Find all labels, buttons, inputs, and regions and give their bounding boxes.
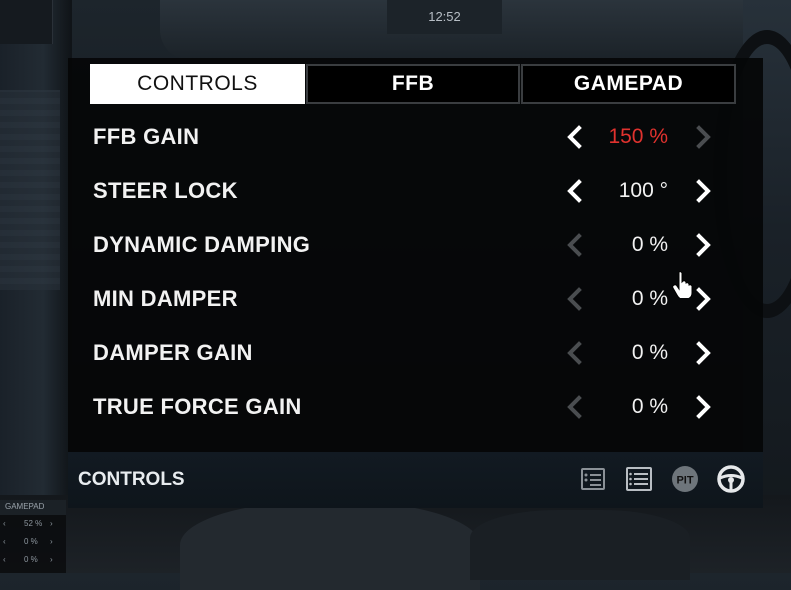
mini-row: ‹ 52 % › — [0, 515, 66, 533]
mini-right-arrow-icon[interactable]: › — [50, 515, 53, 533]
decrease-arrow-icon[interactable] — [562, 124, 588, 150]
setting-value: 0 % — [631, 395, 668, 418]
increase-arrow-icon[interactable] — [690, 124, 716, 150]
setting-label: STEER LOCK — [93, 178, 238, 203]
hand-cursor-icon — [672, 270, 694, 300]
mini-value: 0 % — [24, 537, 38, 546]
tab-controls[interactable]: CONTROLS — [90, 64, 305, 104]
setting-label: FFB GAIN — [93, 124, 200, 149]
clock-display: 12:52 — [387, 0, 502, 34]
setting-label: MIN DAMPER — [93, 286, 238, 311]
controls-settings-panel: CONTROLS FFB GAMEPAD FFB GAIN 150 % STEER … — [68, 58, 763, 508]
mini-right-arrow-icon[interactable]: › — [50, 551, 53, 569]
setting-row-steer-lock: STEER LOCK 100 ° — [68, 164, 763, 218]
setting-label: DAMPER GAIN — [93, 340, 253, 365]
tab-gamepad[interactable]: GAMEPAD — [521, 64, 736, 104]
setting-value: 0 % — [631, 233, 668, 256]
background-mirror — [0, 0, 53, 44]
increase-arrow-icon[interactable] — [690, 178, 716, 204]
decrease-arrow-icon[interactable] — [562, 340, 588, 366]
setting-row-min-damper: MIN DAMPER 0 % — [68, 272, 763, 326]
mini-left-arrow-icon[interactable]: ‹ — [3, 515, 6, 533]
increase-arrow-icon[interactable] — [690, 394, 716, 420]
background-console — [470, 510, 690, 580]
setting-label: TRUE FORCE GAIN — [93, 394, 302, 419]
setting-row-damper-gain: DAMPER GAIN 0 % — [68, 326, 763, 380]
mini-right-arrow-icon[interactable]: › — [50, 533, 53, 551]
setup-list-icon[interactable] — [578, 464, 608, 494]
decrease-arrow-icon[interactable] — [562, 232, 588, 258]
footer-title: CONTROLS — [78, 469, 185, 490]
setting-row-dynamic-damping: DYNAMIC DAMPING 0 % — [68, 218, 763, 272]
setting-value: 0 % — [631, 341, 668, 364]
list-icon[interactable] — [624, 464, 654, 494]
mini-widget-title: GAMEPAD — [0, 500, 66, 515]
tab-bar: CONTROLS FFB GAMEPAD — [90, 64, 736, 104]
mini-left-arrow-icon[interactable]: ‹ — [3, 551, 6, 569]
increase-arrow-icon[interactable] — [690, 232, 716, 258]
setting-value: 100 ° — [618, 179, 668, 202]
decrease-arrow-icon[interactable] — [562, 178, 588, 204]
background-seat — [180, 500, 480, 590]
setting-row-true-force-gain: TRUE FORCE GAIN 0 % — [68, 380, 763, 434]
decrease-arrow-icon[interactable] — [562, 286, 588, 312]
decrease-arrow-icon[interactable] — [562, 394, 588, 420]
pit-icon[interactable]: PIT — [670, 464, 700, 494]
mini-left-arrow-icon[interactable]: ‹ — [3, 533, 6, 551]
mini-row: ‹ 0 % › — [0, 533, 66, 551]
setting-value: 150 % — [608, 125, 668, 148]
setting-label: DYNAMIC DAMPING — [93, 232, 311, 257]
mini-value: 52 % — [24, 519, 43, 528]
steering-wheel-icon[interactable] — [716, 464, 746, 494]
tab-ffb[interactable]: FFB — [306, 64, 520, 104]
pit-icon-label: PIT — [676, 475, 693, 487]
mini-value: 0 % — [24, 555, 38, 564]
footer-bar: CONTROLS PIT — [68, 452, 763, 508]
mini-gamepad-widget: GAMEPAD ‹ 52 % › ‹ 0 % › ‹ 0 % › — [0, 500, 66, 573]
increase-arrow-icon[interactable] — [690, 340, 716, 366]
setting-row-ffb-gain: FFB GAIN 150 % — [68, 110, 763, 164]
background-grandstand — [0, 90, 60, 290]
mini-row: ‹ 0 % › — [0, 551, 66, 569]
